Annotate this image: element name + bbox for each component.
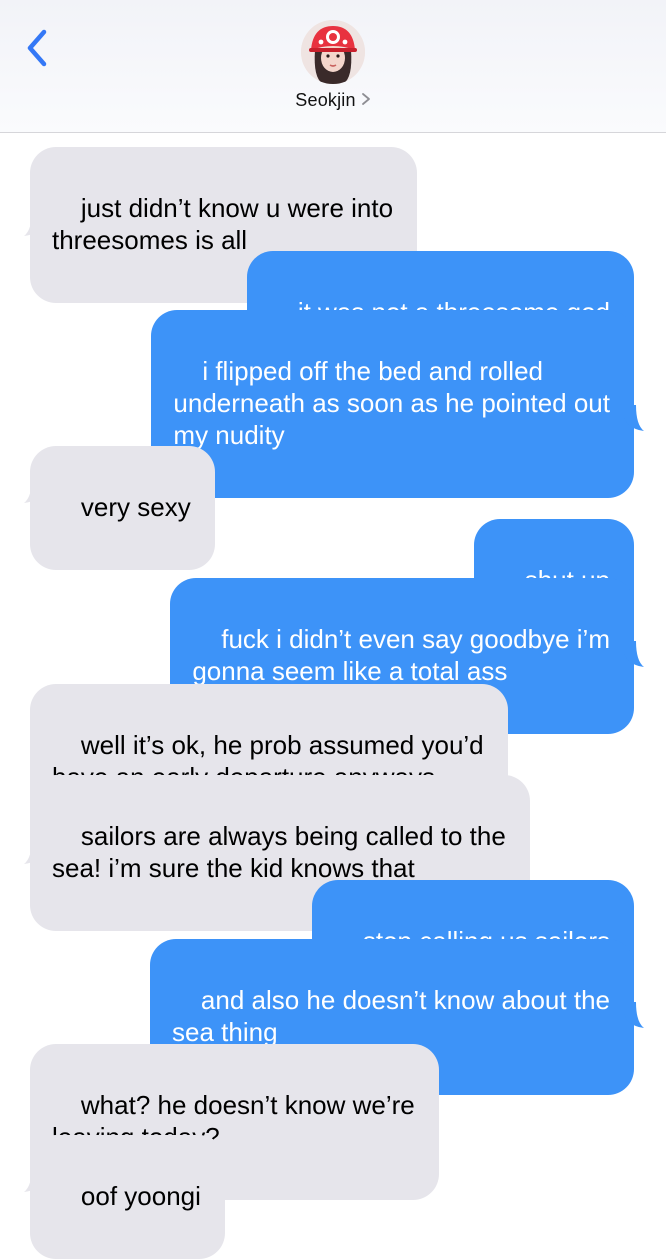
bubble-tail-icon <box>24 838 44 864</box>
message-thread: just didn’t know u were into threesomes … <box>0 134 666 1259</box>
bubble-tail-icon <box>624 405 644 431</box>
contact-name-button[interactable]: Seokjin <box>0 90 666 118</box>
bubble-tail-icon <box>624 641 644 667</box>
message-text: fuck i didn’t even say goodbye i’m gonna… <box>192 624 610 686</box>
bubble-tail-icon <box>24 477 44 503</box>
incoming-message-bubble[interactable]: oof yoongi <box>30 1135 225 1259</box>
incoming-message-bubble[interactable]: very sexy <box>30 446 215 570</box>
chevron-right-icon <box>361 92 371 111</box>
message-text: very sexy <box>80 492 191 522</box>
bubble-tail-icon <box>24 1166 44 1192</box>
conversation-header: Seokjin <box>0 0 666 133</box>
message-text: sailors are always being called to the s… <box>52 821 506 883</box>
outgoing-message-bubble[interactable]: i flipped off the bed and rolled underne… <box>151 310 634 498</box>
message-text: i flipped off the bed and rolled underne… <box>173 356 610 450</box>
message-text: just didn’t know u were into threesomes … <box>52 193 394 255</box>
message-text: oof yoongi <box>80 1181 201 1211</box>
back-button[interactable] <box>20 28 56 68</box>
contact-name: Seokjin <box>295 90 356 110</box>
bubble-tail-icon <box>24 210 44 236</box>
contact-avatar[interactable] <box>301 20 365 84</box>
message-text: and also he doesn’t know about the sea t… <box>172 985 610 1047</box>
chevron-left-icon <box>27 29 47 67</box>
avatar-image <box>301 20 365 84</box>
bubble-tail-icon <box>624 1002 644 1028</box>
